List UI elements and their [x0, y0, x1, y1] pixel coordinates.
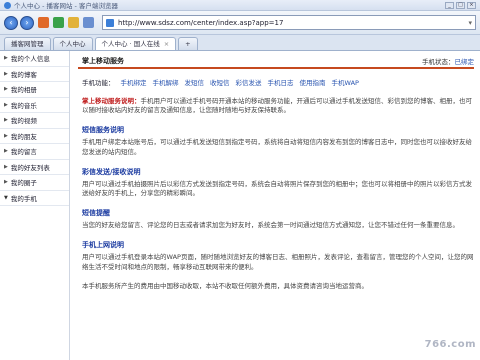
subnav-prefix: 手机功能： — [82, 79, 115, 87]
section-text: 用户可以通过手机登录本站的WAP页面，随时随地浏览好友的博客日志、相册照片，发表… — [82, 253, 474, 271]
tab-1[interactable]: 个人中心 — [52, 37, 93, 50]
forward-button[interactable]: › — [20, 15, 34, 30]
section-title: 彩信发送/接收说明 — [82, 167, 141, 176]
section-text: 当您的好友给您留言、评论您的日志或者请求加您为好友时，系统会第一时间通过短信方式… — [82, 221, 459, 230]
chevron-right-icon: ▶ — [4, 179, 8, 186]
subnav-link[interactable]: 手机WAP — [332, 77, 359, 87]
sidebar-item[interactable]: ▶ 我的音乐 — [0, 98, 69, 113]
sidebar-item[interactable]: ▶ 我的好友列表 — [0, 160, 69, 175]
sidebar-item[interactable]: ▶ 我的相册 — [0, 82, 69, 98]
subnav-link[interactable]: 收短信 — [210, 77, 230, 87]
sidebar-item[interactable]: ▶ 我的博客 — [0, 67, 69, 82]
address-bar[interactable]: http://www.sdsz.com/center/index.asp?app… — [102, 15, 476, 30]
chevron-down-icon: ▼ — [4, 194, 8, 201]
chevron-right-icon: ▶ — [4, 148, 8, 155]
phone-function-nav: 手机功能： 手机绑定 手机解绑 发短信 收短信 彩信发送 手机日志 使用指南 手… — [82, 77, 474, 87]
main-panel: 掌上移动服务 手机状态：已绑定 手机功能： 手机绑定 手机解绑 发短信 收短信 … — [70, 51, 480, 360]
section-text: 用户可以通过手机拍摄照片后以彩信方式发送到指定号码，系统会自动将照片保存到您的相… — [82, 179, 472, 198]
panel-title: 掌上移动服务 — [82, 57, 124, 65]
sidebar: ▶ 我的个人信息 ▶ 我的博客 ▶ 我的相册 ▶ 我的音乐 ▶ 我的视频 ▶ 我的朋友 ▶ 我… — [0, 51, 70, 360]
subnav-link[interactable]: 发短信 — [185, 77, 205, 87]
go-icon[interactable]: ▾ — [468, 19, 472, 27]
sidebar-item[interactable]: ▶ 我的视频 — [0, 113, 69, 129]
chevron-right-icon: ▶ — [4, 163, 8, 170]
chevron-right-icon: ▶ — [4, 70, 8, 77]
stop-icon[interactable] — [38, 17, 49, 28]
maximize-icon[interactable]: □ — [456, 1, 465, 9]
close-icon[interactable]: × — [467, 1, 476, 9]
section-text: 手机用户绑定本站账号后，可以通过手机发送短信到指定号码，系统将自动将短信内容发布… — [82, 138, 472, 156]
window-titlebar: 个人中心 - 播客网站 - 客户端浏览器 _ □ × — [0, 0, 480, 11]
page-content: ▶ 我的个人信息 ▶ 我的博客 ▶ 我的相册 ▶ 我的音乐 ▶ 我的视频 ▶ 我的朋友 ▶ 我… — [0, 51, 480, 360]
favorites-icon[interactable] — [83, 17, 94, 28]
intro-paragraph: 掌上移动服务说明：手机用户可以通过手机号码开通本站的移动服务功能，开通后可以通过… — [82, 97, 472, 115]
page-icon — [106, 18, 114, 27]
subnav-link[interactable]: 手机日志 — [268, 77, 294, 87]
back-button[interactable]: ‹ — [4, 15, 18, 30]
section-title: 短信服务说明 — [82, 126, 124, 135]
panel-header: 掌上移动服务 手机状态：已绑定 — [78, 55, 474, 69]
sidebar-item-phone[interactable]: ▼ 我的手机 — [0, 191, 69, 206]
section-title: 短信提醒 — [82, 209, 110, 218]
sidebar-item[interactable]: ▶ 我的个人信息 — [0, 51, 69, 67]
browser-toolbar: ‹ › http://www.sdsz.com/center/index.asp… — [0, 11, 480, 35]
browser-logo-icon — [4, 1, 11, 9]
new-tab-button[interactable]: + — [178, 37, 198, 50]
sidebar-item[interactable]: ▶ 我的留言 — [0, 144, 69, 160]
chevron-right-icon: ▶ — [4, 55, 8, 62]
tab-bar: 播客网管理 个人中心 个人中心 · 国人在线 × + — [0, 35, 480, 51]
chevron-right-icon: ▶ — [4, 132, 8, 139]
sidebar-item[interactable]: ▶ 我的朋友 — [0, 129, 69, 144]
chevron-right-icon: ▶ — [4, 86, 8, 93]
tab-close-icon[interactable]: × — [164, 40, 169, 48]
subnav-link[interactable]: 手机解绑 — [153, 77, 179, 87]
subnav-link[interactable]: 彩信发送 — [236, 77, 262, 87]
tab-2[interactable]: 个人中心 · 国人在线 × — [94, 37, 177, 50]
refresh-icon[interactable] — [53, 17, 64, 28]
minimize-icon[interactable]: _ — [445, 1, 454, 9]
address-url: http://www.sdsz.com/center/index.asp?app… — [118, 18, 284, 27]
home-icon[interactable] — [68, 17, 79, 28]
tab-0[interactable]: 播客网管理 — [4, 37, 51, 50]
subnav-link[interactable]: 使用指南 — [300, 77, 326, 87]
chevron-right-icon: ▶ — [4, 117, 8, 124]
window-controls: _ □ × — [445, 1, 476, 9]
phone-status: 手机状态：已绑定 — [422, 58, 474, 66]
site-watermark: 766.com — [424, 339, 476, 350]
chevron-right-icon: ▶ — [4, 101, 8, 108]
window-title: 个人中心 - 播客网站 - 客户端浏览器 — [14, 2, 118, 10]
section-text: 本手机服务所产生的费用由中国移动收取，本站不收取任何额外费用，具体资费请咨询当地… — [82, 281, 368, 290]
subnav-link[interactable]: 手机绑定 — [121, 77, 147, 87]
section-title: 手机上网说明 — [82, 241, 124, 250]
sidebar-item[interactable]: ▶ 我的圈子 — [0, 175, 69, 191]
